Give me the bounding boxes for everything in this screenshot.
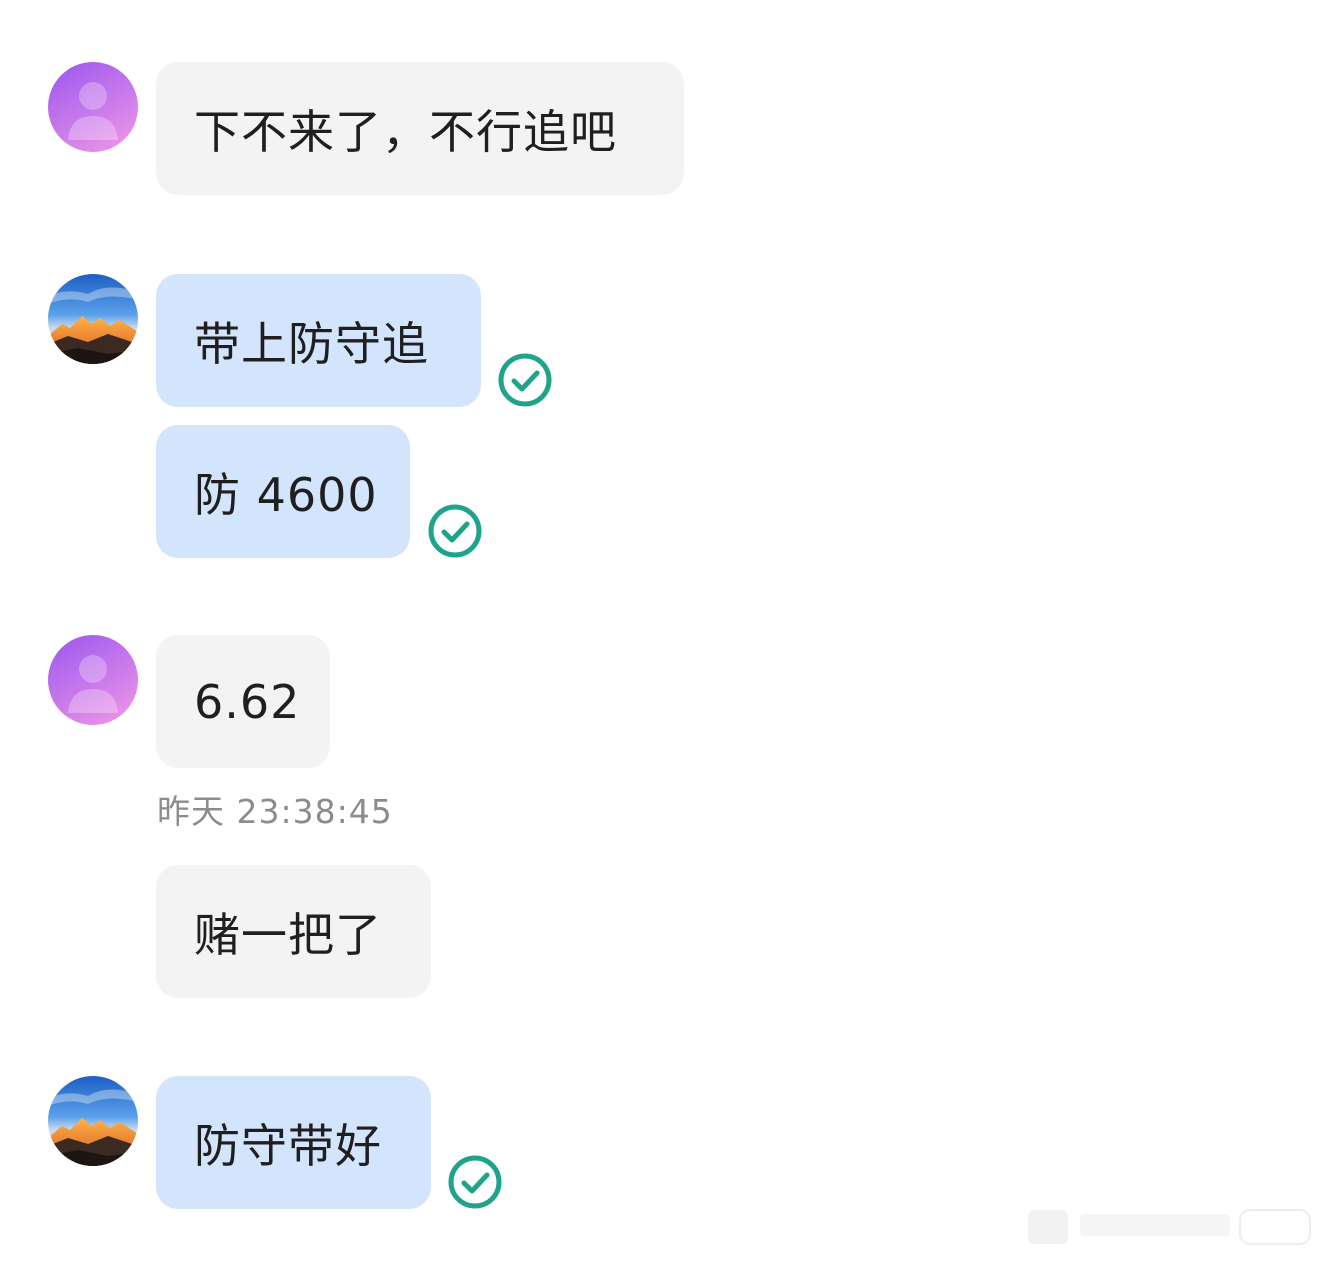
message-text: 带上防守追	[194, 316, 429, 371]
watermark-logo	[1024, 1200, 1314, 1252]
default-person-avatar-icon	[48, 62, 138, 152]
message-bubble-other[interactable]: 下不来了，不行追吧	[156, 62, 684, 195]
message-bubble-other[interactable]: 赌一把了	[156, 865, 431, 998]
default-person-avatar-icon	[48, 635, 138, 725]
message-bubble-self[interactable]: 防守带好	[156, 1076, 431, 1209]
self-user-avatar[interactable]	[48, 1076, 138, 1166]
other-user-avatar[interactable]	[48, 62, 138, 152]
message-text: 6.62	[194, 674, 301, 729]
message-text: 赌一把了	[194, 907, 382, 962]
message-bubble-other[interactable]: 6.62	[156, 635, 330, 768]
message-text: 防 4600	[194, 467, 378, 522]
message-bubble-self[interactable]: 防 4600	[156, 425, 410, 558]
message-text: 防守带好	[194, 1118, 382, 1173]
mountain-sunset-avatar-icon	[48, 274, 138, 364]
message-text: 下不来了，不行追吧	[194, 104, 617, 159]
message-timestamp: 昨天 23:38:45	[157, 792, 393, 831]
read-status-check-icon	[447, 1154, 503, 1210]
read-status-check-icon	[427, 503, 483, 559]
read-status-check-icon	[497, 352, 553, 408]
self-user-avatar[interactable]	[48, 274, 138, 364]
message-bubble-self[interactable]: 带上防守追	[156, 274, 481, 407]
mountain-sunset-avatar-icon	[48, 1076, 138, 1166]
other-user-avatar[interactable]	[48, 635, 138, 725]
